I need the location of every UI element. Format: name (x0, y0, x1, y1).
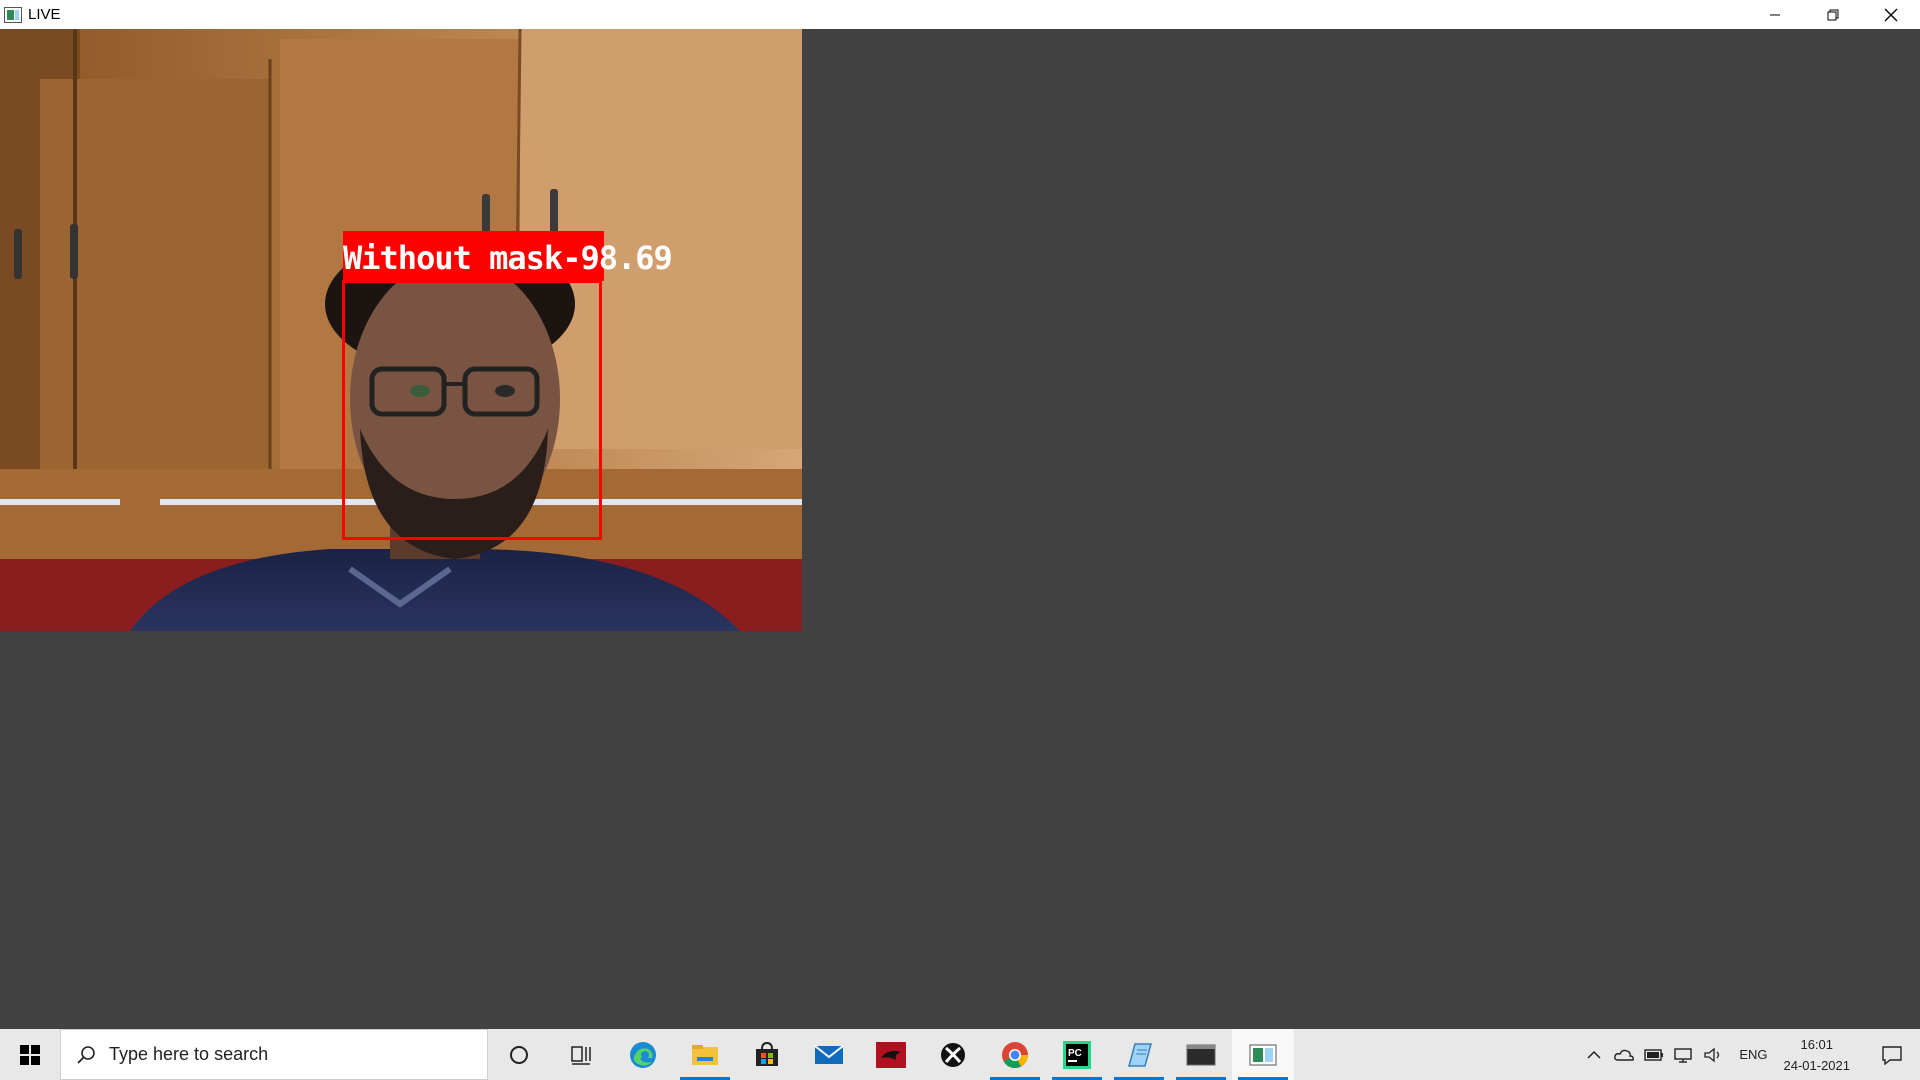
red-app-taskbar-button[interactable] (860, 1029, 922, 1080)
chrome-taskbar-button[interactable] (984, 1029, 1046, 1080)
volume-button[interactable] (1699, 1047, 1729, 1063)
chevron-up-icon (1587, 1050, 1601, 1059)
xbox-icon (941, 1042, 965, 1067)
red-app-icon (876, 1041, 906, 1068)
svg-text:PC: PC (1068, 1048, 1082, 1059)
restore-icon (1827, 9, 1839, 20)
task-view-icon (571, 1045, 591, 1065)
battery-icon (1644, 1048, 1664, 1061)
cloud-icon (1614, 1049, 1635, 1061)
notepad-icon (1128, 1042, 1152, 1067)
mail-taskbar-button[interactable] (798, 1029, 860, 1080)
onedrive-button[interactable] (1609, 1047, 1639, 1063)
system-tray: ENG 16:01 24-01-2021 (1579, 1029, 1920, 1080)
detection-label: Without mask-98.69 (343, 239, 673, 277)
windows-logo-icon (20, 1044, 40, 1065)
chrome-icon (1002, 1041, 1028, 1068)
action-center-button[interactable] (1864, 1029, 1920, 1080)
window-titlebar: LIVE (0, 0, 1920, 29)
notification-icon (1882, 1045, 1902, 1065)
edge-taskbar-button[interactable] (612, 1029, 674, 1080)
clock-date: 24-01-2021 (1783, 1057, 1851, 1073)
cortana-icon (510, 1045, 528, 1064)
minimize-icon (1770, 14, 1780, 15)
app-window-icon (4, 6, 22, 23)
task-view-button[interactable] (550, 1029, 612, 1080)
clock-time: 16:01 (1800, 1036, 1834, 1052)
search-icon (77, 1045, 95, 1064)
mail-icon (814, 1044, 844, 1064)
store-icon (756, 1041, 778, 1066)
start-button[interactable] (0, 1029, 60, 1080)
search-placeholder: Type here to search (109, 1044, 269, 1064)
window-title: LIVE (28, 6, 61, 23)
pycharm-taskbar-button[interactable]: PC (1046, 1029, 1108, 1080)
taskbar: Type here to search PC ENG 16:01 24-01-2… (0, 1029, 1920, 1080)
live-window-taskbar-button[interactable] (1232, 1029, 1294, 1080)
face-bounding-box (342, 280, 602, 540)
restore-button[interactable] (1804, 0, 1862, 29)
volume-icon (1704, 1047, 1720, 1062)
file-explorer-icon (692, 1044, 718, 1065)
language-indicator[interactable]: ENG (1739, 1047, 1767, 1062)
cortana-button[interactable] (488, 1029, 550, 1080)
pycharm-icon: PC (1063, 1040, 1091, 1069)
minimize-button[interactable] (1746, 0, 1804, 29)
clock[interactable]: 16:01 24-01-2021 (1784, 1034, 1851, 1076)
file-explorer-taskbar-button[interactable] (674, 1029, 736, 1080)
show-hidden-icons-button[interactable] (1579, 1047, 1609, 1063)
live-window-icon (1249, 1044, 1277, 1065)
terminal-taskbar-button[interactable] (1170, 1029, 1232, 1080)
network-icon (1674, 1047, 1693, 1063)
edge-icon (630, 1041, 656, 1068)
notepad-taskbar-button[interactable] (1108, 1029, 1170, 1080)
store-taskbar-button[interactable] (736, 1029, 798, 1080)
taskbar-search-box[interactable]: Type here to search (60, 1029, 488, 1080)
terminal-icon (1186, 1044, 1216, 1065)
close-icon (1884, 8, 1898, 21)
network-button[interactable] (1669, 1047, 1699, 1063)
webcam-video-frame: Without mask-98.69 (0, 29, 802, 631)
xbox-taskbar-button[interactable] (922, 1029, 984, 1080)
battery-button[interactable] (1639, 1047, 1669, 1063)
close-button[interactable] (1862, 0, 1920, 29)
